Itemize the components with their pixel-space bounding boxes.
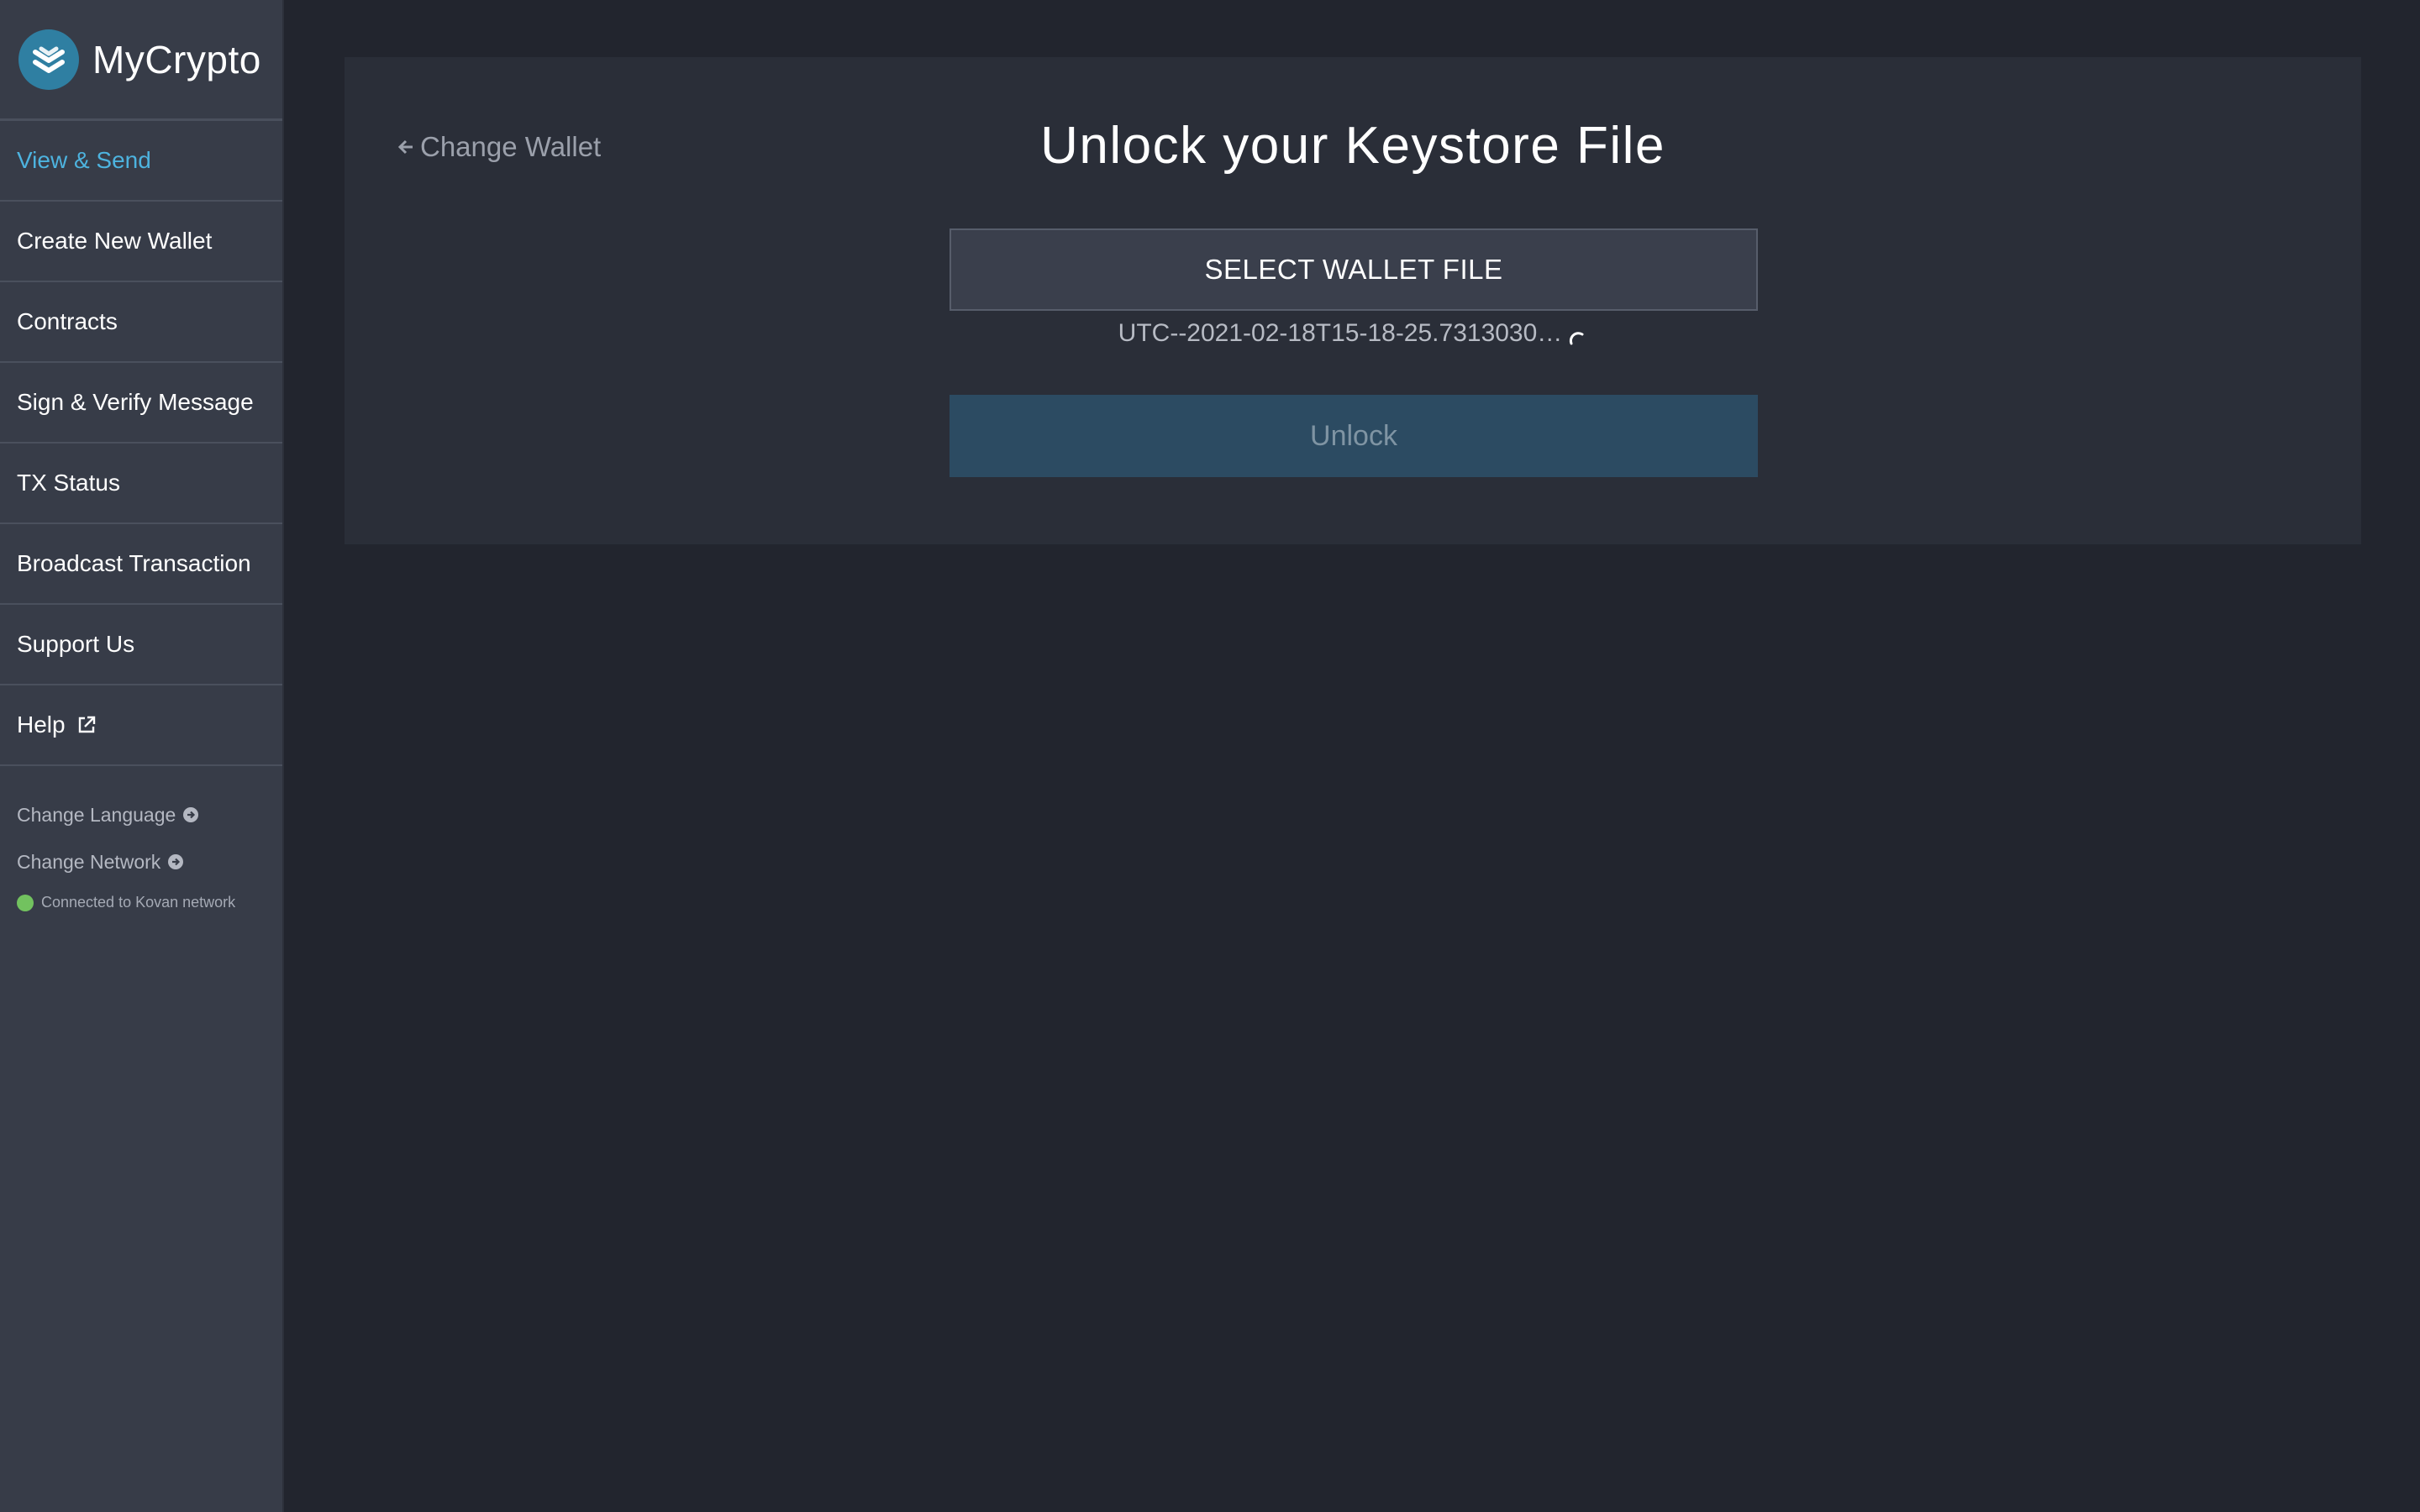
status-indicator-icon — [17, 894, 34, 911]
sidebar-item-help[interactable]: Help — [0, 685, 282, 766]
change-network-link[interactable]: Change Network — [17, 838, 282, 885]
sidebar-item-contracts[interactable]: Contracts — [0, 282, 282, 363]
change-language-label: Change Language — [17, 803, 176, 826]
sidebar-item-view-send[interactable]: View & Send — [0, 121, 282, 202]
arrow-circle-right-icon — [167, 853, 184, 870]
loading-spinner-icon — [1567, 328, 1587, 348]
sidebar-item-label: View & Send — [17, 147, 151, 173]
brand-header[interactable]: MyCrypto — [0, 0, 282, 121]
mycrypto-logo-icon — [18, 29, 79, 90]
sidebar-item-label: Broadcast Transaction — [17, 550, 251, 576]
sidebar-item-label: Create New Wallet — [17, 228, 213, 254]
change-language-link[interactable]: Change Language — [17, 791, 282, 838]
page-title: Unlock your Keystore File — [1040, 117, 1665, 175]
unlock-button[interactable]: Unlock — [950, 395, 1758, 477]
sidebar-item-label: Contracts — [17, 308, 118, 334]
sidebar-item-label: Support Us — [17, 631, 135, 657]
brand-name: MyCrypto — [92, 37, 261, 81]
sidebar-item-sign-verify-message[interactable]: Sign & Verify Message — [0, 363, 282, 444]
selected-file-row: UTC--2021-02-18T15-18-25.7313030… — [345, 319, 2361, 348]
change-network-label: Change Network — [17, 850, 161, 873]
sidebar-item-label: TX Status — [17, 470, 120, 496]
network-status-text: Connected to Kovan network — [41, 894, 236, 911]
sidebar: MyCrypto View & Send Create New Wallet C… — [0, 0, 284, 1512]
sidebar-settings: Change Language Change Network — [0, 766, 282, 885]
select-wallet-file-button[interactable]: SELECT WALLET FILE — [950, 228, 1758, 311]
sidebar-item-tx-status[interactable]: TX Status — [0, 444, 282, 524]
network-status: Connected to Kovan network — [0, 894, 282, 911]
sidebar-item-label: Help — [17, 711, 66, 738]
sidebar-nav: View & Send Create New Wallet Contracts … — [0, 121, 282, 766]
arrow-circle-right-icon — [182, 806, 199, 823]
external-link-icon — [76, 714, 97, 736]
unlock-card: Change Wallet Unlock your Keystore File … — [345, 57, 2361, 544]
sidebar-item-create-new-wallet[interactable]: Create New Wallet — [0, 202, 282, 282]
sidebar-item-broadcast-transaction[interactable]: Broadcast Transaction — [0, 524, 282, 605]
selected-file-name: UTC--2021-02-18T15-18-25.7313030… — [1118, 319, 1563, 347]
sidebar-item-label: Sign & Verify Message — [17, 389, 254, 415]
sidebar-item-support-us[interactable]: Support Us — [0, 605, 282, 685]
app-window: MyCrypto View & Send Create New Wallet C… — [0, 0, 2420, 1512]
